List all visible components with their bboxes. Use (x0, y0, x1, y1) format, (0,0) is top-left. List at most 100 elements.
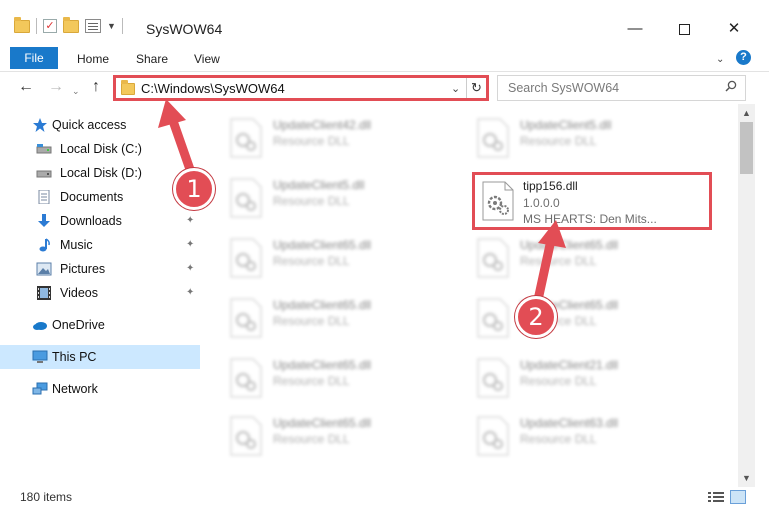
file-name: UpdateClient65.dll (520, 238, 619, 252)
file-tile[interactable]: UpdateClient5.dll Resource DLL (476, 114, 706, 164)
large-icons-view-icon[interactable] (730, 490, 746, 504)
file-tile-tipp156[interactable]: tipp156.dll 1.0.0.0 MS HEARTS: Den Mits.… (472, 172, 712, 230)
file-tile[interactable]: UpdateClient5.dll Resource DLL (229, 174, 459, 224)
title-bar: ✓ ▼ SysWOW64 — ✕ (0, 0, 769, 44)
file-tile[interactable]: UpdateClient63.dll Resource DLL (476, 412, 706, 462)
sidebar-item-label: OneDrive (52, 318, 105, 332)
file-description: Resource DLL (273, 254, 350, 268)
dll-file-icon (477, 298, 509, 338)
pin-icon[interactable]: ✦ (186, 215, 194, 226)
star-icon (33, 118, 47, 132)
network-icon (32, 382, 48, 395)
maximize-button[interactable] (661, 15, 707, 43)
chevron-down-icon[interactable]: ▼ (107, 21, 116, 31)
dll-file-icon (482, 181, 514, 221)
drive-icon (36, 144, 52, 154)
sidebar-item-label: Local Disk (D:) (60, 166, 142, 180)
pictures-icon (36, 262, 52, 276)
sidebar-item-local-disk-d[interactable]: Local Disk (D:) (0, 161, 200, 185)
sidebar-item-downloads[interactable]: Downloads ✦ (0, 209, 200, 233)
refresh-button[interactable]: ↻ (466, 78, 486, 98)
file-description: Resource DLL (273, 314, 350, 328)
recent-locations-button[interactable]: ⌄ (72, 82, 80, 100)
divider (36, 18, 37, 34)
file-tile[interactable]: UpdateClient65.dll Resource DLL (229, 294, 459, 344)
dll-file-icon (230, 416, 262, 456)
scroll-up-icon[interactable]: ▲ (742, 108, 751, 118)
expand-ribbon-icon[interactable]: ⌄ (716, 54, 724, 65)
forward-button[interactable]: → (48, 78, 64, 96)
sidebar-item-pictures[interactable]: Pictures ✦ (0, 257, 200, 281)
sidebar-item-quick-access[interactable]: Quick access (0, 113, 200, 137)
scrollbar-thumb[interactable] (740, 122, 753, 174)
search-icon[interactable] (725, 80, 737, 92)
back-button[interactable]: ← (18, 78, 34, 96)
pin-icon[interactable]: ✦ (186, 287, 194, 298)
tab-home[interactable]: Home (77, 52, 109, 66)
vertical-scrollbar[interactable]: ▲ ▼ (738, 104, 755, 487)
tab-file[interactable]: File (10, 47, 58, 69)
sidebar-item-label: Network (52, 382, 98, 396)
sidebar-item-label: Pictures (60, 262, 106, 276)
scroll-down-icon[interactable]: ▼ (742, 473, 751, 483)
file-description: Resource DLL (273, 134, 350, 148)
file-description: Resource DLL (273, 374, 350, 388)
sidebar-item-network[interactable]: Network (0, 377, 200, 401)
file-name: UpdateClient65.dll (273, 416, 372, 430)
dll-file-icon (230, 298, 262, 338)
close-button[interactable]: ✕ (711, 15, 757, 43)
address-dropdown-button[interactable]: ⌄ (451, 82, 460, 95)
help-icon[interactable]: ? (736, 50, 751, 65)
sidebar-item-label: Downloads (60, 214, 122, 228)
videos-icon (37, 286, 51, 300)
sidebar-item-label: Videos (60, 286, 98, 300)
pin-icon[interactable]: ✦ (186, 239, 194, 250)
sidebar-item-onedrive[interactable]: OneDrive (0, 313, 200, 337)
file-name: UpdateClient63.dll (520, 416, 619, 430)
sidebar-item-music[interactable]: Music ✦ (0, 233, 200, 257)
dll-file-icon (230, 118, 262, 158)
file-tile[interactable]: UpdateClient42.dll Resource DLL (229, 114, 459, 164)
tab-view[interactable]: View (194, 52, 220, 66)
address-path[interactable]: C:\Windows\SysWOW64 (141, 81, 285, 96)
drive-icon (36, 170, 52, 178)
step-1-badge: 1 (173, 168, 215, 210)
file-tile[interactable]: UpdateClient65.dll Resource DLL (229, 234, 459, 284)
sidebar-item-label: Quick access (52, 118, 127, 132)
divider (121, 18, 123, 34)
file-description: Resource DLL (520, 432, 597, 446)
sidebar-item-documents[interactable]: Documents ✦ (0, 185, 200, 209)
sidebar-item-label: Documents (60, 190, 124, 204)
details-view-icon[interactable] (708, 491, 724, 503)
sidebar-item-label: Local Disk (C:) (60, 142, 142, 156)
file-name: UpdateClient5.dll (520, 118, 612, 132)
address-bar[interactable]: C:\Windows\SysWOW64 ⌄ ↻ (113, 75, 489, 101)
search-placeholder: Search SysWOW64 (508, 81, 620, 95)
sidebar-item-this-pc[interactable]: This PC (0, 345, 200, 369)
file-name: UpdateClient65.dll (273, 298, 372, 312)
new-folder-icon[interactable] (63, 16, 79, 33)
file-tile[interactable]: UpdateClient65.dll Resource DLL (476, 234, 706, 284)
file-tile[interactable]: UpdateClient65.dll Resource DLL (229, 412, 459, 462)
file-list: UpdateClient42.dll Resource DLL UpdateCl… (200, 104, 738, 487)
music-icon (39, 238, 50, 252)
file-tile[interactable]: UpdateClient65.dll Resource DLL (476, 294, 706, 344)
pin-icon[interactable]: ✦ (186, 263, 194, 274)
sidebar-item-label: Music (60, 238, 93, 252)
file-description: Resource DLL (520, 254, 597, 268)
properties-check-icon[interactable]: ✓ (43, 19, 57, 33)
file-name: UpdateClient65.dll (273, 358, 372, 372)
tab-share[interactable]: Share (136, 52, 168, 66)
customize-toolbar-icon[interactable] (85, 19, 101, 33)
dll-file-icon (477, 416, 509, 456)
ribbon: File Home Share View ⌄ ? (0, 44, 769, 72)
sidebar-item-local-disk-c[interactable]: Local Disk (C:) (0, 137, 200, 161)
sidebar-item-videos[interactable]: Videos ✦ (0, 281, 200, 305)
minimize-button[interactable]: — (612, 15, 658, 43)
up-button[interactable]: ↑ (92, 78, 100, 96)
file-tile[interactable]: UpdateClient21.dll Resource DLL (476, 354, 706, 404)
file-tile[interactable]: UpdateClient65.dll Resource DLL (229, 354, 459, 404)
item-count: 180 items (20, 490, 73, 504)
file-name: UpdateClient5.dll (273, 178, 365, 192)
search-input[interactable]: Search SysWOW64 (497, 75, 746, 101)
